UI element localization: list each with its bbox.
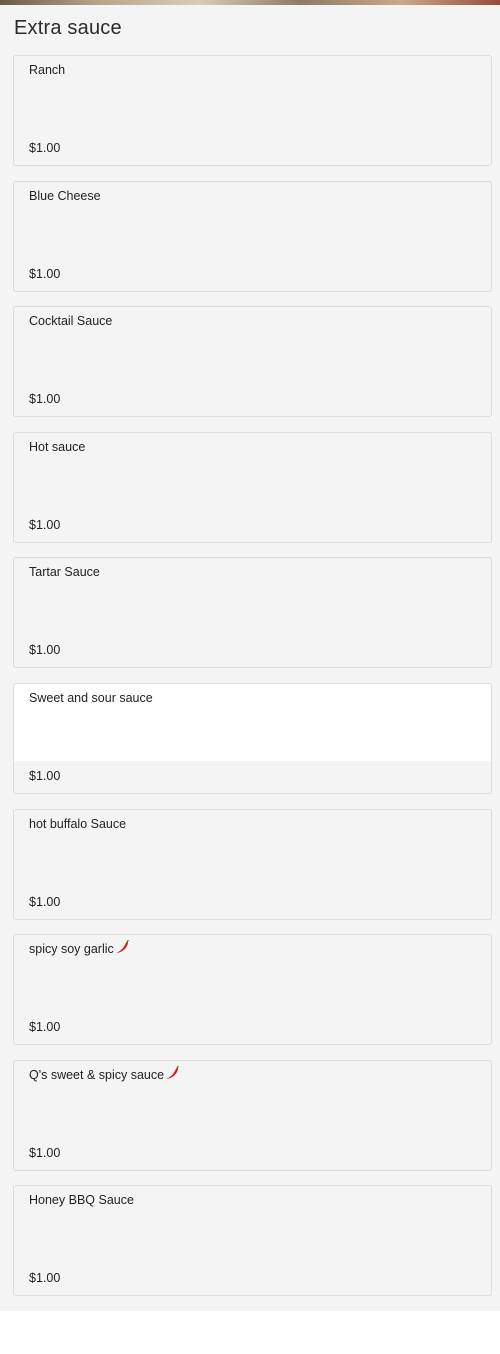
menu-item-card[interactable]: spicy soy garlic $1.00 <box>13 934 492 1046</box>
menu-item-name: Tartar Sauce <box>29 565 100 580</box>
menu-item-price: $1.00 <box>29 517 61 532</box>
chili-pepper-icon <box>165 1065 179 1080</box>
menu-item-price: $1.00 <box>29 894 61 909</box>
menu-item-card[interactable]: Honey BBQ Sauce $1.00 <box>13 1185 492 1297</box>
menu-item-name: Blue Cheese <box>29 188 101 203</box>
menu-item-name: Hot sauce <box>29 439 86 454</box>
menu-item-name: spicy soy garlic <box>29 939 129 956</box>
menu-item-price: $1.00 <box>29 141 61 155</box>
menu-item-card[interactable]: Ranch $1.00 <box>13 55 492 166</box>
menu-item-card[interactable]: hot buffalo Sauce $1.00 <box>13 808 492 920</box>
menu-item-name: Honey BBQ Sauce <box>29 1193 134 1208</box>
menu-item-card[interactable]: Tartar Sauce $1.00 <box>13 557 492 669</box>
menu-item-name: Ranch <box>29 63 66 77</box>
menu-item-price: $1.00 <box>29 768 61 783</box>
menu-item-name: Sweet and sour sauce <box>29 690 153 705</box>
menu-item-card[interactable]: Blue Cheese $1.00 <box>13 180 492 292</box>
menu-item-price: $1.00 <box>29 1271 61 1286</box>
section-title: Extra sauce <box>14 17 122 39</box>
menu-item-price: $1.00 <box>29 392 61 407</box>
menu-item-name: Cocktail Sauce <box>29 314 113 329</box>
menu-item-price: $1.00 <box>29 266 61 281</box>
menu-item-card[interactable]: Q's sweet & spicy sauce $1.00 <box>13 1059 492 1171</box>
menu-section-extra-sauce: Extra sauce Ranch $1.00 Blue Cheese $1.0… <box>0 5 500 1311</box>
menu-item-name: hot buffalo Sauce <box>29 816 127 831</box>
menu-item-list: Ranch $1.00 Blue Cheese $1.00 Cocktail S… <box>13 55 492 1311</box>
menu-item-card-hovered[interactable]: Sweet and sour sauce $1.00 <box>13 682 492 794</box>
menu-item-card[interactable]: Hot sauce $1.00 <box>13 431 492 543</box>
menu-item-price: $1.00 <box>29 1145 61 1160</box>
menu-item-name: Q's sweet & spicy sauce <box>29 1065 179 1082</box>
menu-item-price: $1.00 <box>29 643 61 658</box>
chili-pepper-icon <box>115 939 129 954</box>
menu-item-price: $1.00 <box>29 1020 61 1035</box>
menu-item-card[interactable]: Cocktail Sauce $1.00 <box>13 306 492 418</box>
